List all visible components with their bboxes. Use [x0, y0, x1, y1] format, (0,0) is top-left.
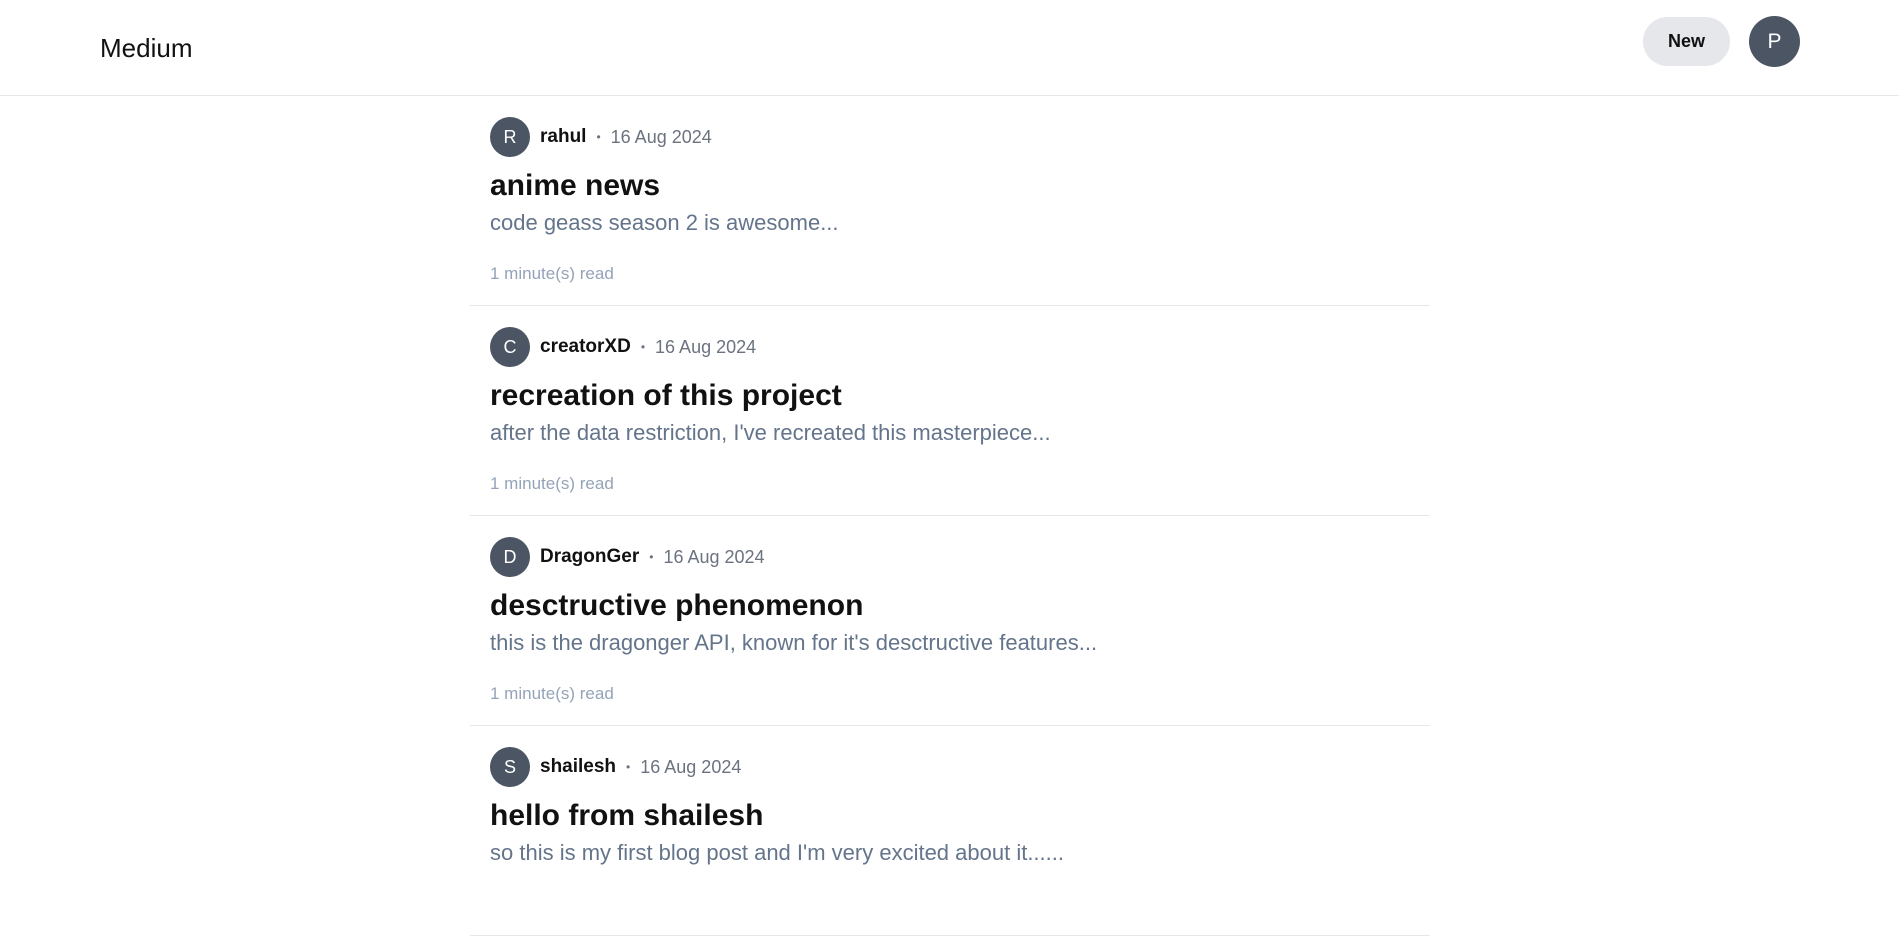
blog-card[interactable]: S shailesh • 16 Aug 2024 hello from shai… — [470, 726, 1430, 936]
blog-card[interactable]: R rahul • 16 Aug 2024 anime news code ge… — [470, 96, 1430, 306]
separator-dot: • — [640, 340, 646, 354]
post-excerpt: code geass season 2 is awesome... — [490, 210, 839, 235]
separator-dot: • — [649, 550, 654, 564]
post-excerpt: so this is my first blog post and I'm ve… — [490, 840, 1064, 865]
blog-feed: R rahul • 16 Aug 2024 anime news code ge… — [470, 96, 1430, 936]
author-avatar: C — [490, 327, 530, 367]
author-avatar: S — [490, 747, 530, 787]
blog-card[interactable]: C creatorXD • 16 Aug 2024 recreation of … — [470, 306, 1430, 516]
author-avatar: D — [490, 537, 530, 577]
publish-date: 16 Aug 2024 — [640, 756, 742, 777]
post-title[interactable]: desctructive phenomenon — [490, 588, 863, 624]
publish-date: 16 Aug 2024 — [663, 546, 765, 567]
post-title[interactable]: recreation of this project — [490, 378, 842, 414]
read-time: 1 minute(s) read — [490, 264, 614, 283]
read-time: 1 minute(s) read — [490, 474, 614, 493]
post-meta: D DragonGer • 16 Aug 2024 — [490, 537, 765, 577]
separator-dot: • — [626, 760, 631, 774]
read-time: 1 minute(s) read — [490, 684, 614, 703]
publish-date: 16 Aug 2024 — [655, 336, 757, 357]
author-avatar: R — [490, 117, 530, 157]
publish-date: 16 Aug 2024 — [610, 126, 712, 147]
post-meta: S shailesh • 16 Aug 2024 — [490, 747, 741, 787]
post-meta: C creatorXD • 16 Aug 2024 — [490, 327, 756, 367]
post-excerpt: after the data restriction, I've recreat… — [490, 420, 1051, 445]
post-meta: R rahul • 16 Aug 2024 — [490, 117, 712, 157]
post-title[interactable]: hello from shailesh — [490, 798, 763, 834]
brand-logo[interactable]: Medium — [100, 32, 192, 64]
app-bar: Medium New P — [0, 0, 1899, 96]
author-name: shailesh — [540, 756, 617, 777]
profile-avatar[interactable]: P — [1749, 16, 1800, 67]
new-post-button[interactable]: New — [1643, 17, 1730, 66]
author-name: creatorXD — [540, 336, 631, 357]
post-title[interactable]: anime news — [490, 168, 660, 204]
author-name: DragonGer — [540, 546, 640, 567]
separator-dot: • — [596, 130, 601, 144]
blog-card[interactable]: D DragonGer • 16 Aug 2024 desctructive p… — [470, 516, 1430, 726]
author-name: rahul — [540, 126, 587, 147]
post-excerpt: this is the dragonger API, known for it'… — [490, 630, 1098, 655]
